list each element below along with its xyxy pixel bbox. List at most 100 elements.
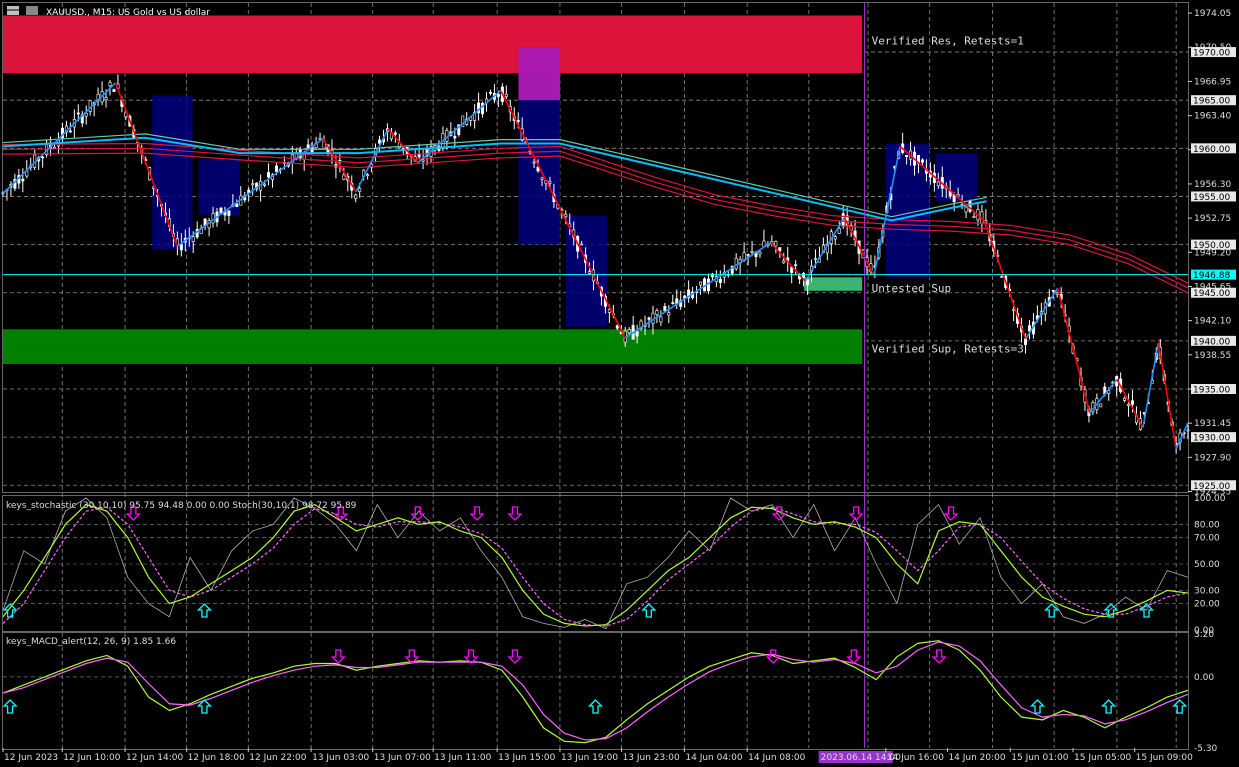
candle-body xyxy=(532,161,536,164)
candle-body xyxy=(76,112,80,115)
price-tick-label: 1931.45 xyxy=(1194,419,1231,429)
candle-body xyxy=(219,207,223,214)
stoch-arrow-down-icon xyxy=(943,506,959,521)
level-tag-label: 1930.00 xyxy=(1193,434,1230,444)
stoch-title: keys_stochastic (30,10,10) 95.75 94.48 0… xyxy=(6,501,357,511)
candle-body xyxy=(53,146,57,149)
zigzag-segment xyxy=(1116,378,1144,428)
zigzag-segment xyxy=(2,82,117,195)
macd-arrow-up-icon xyxy=(2,699,18,714)
candle-body xyxy=(274,165,278,172)
price-tick-label: 1966.95 xyxy=(1194,77,1231,87)
time-tick-label: 12 Jun 18:00 xyxy=(188,753,245,763)
level-tag-label: 1950.00 xyxy=(1193,241,1230,251)
candle-body xyxy=(837,228,841,234)
candle-body xyxy=(540,177,544,180)
candle-body xyxy=(667,312,671,316)
price-tick-label: 1938.55 xyxy=(1194,351,1231,361)
zigzag-segment xyxy=(1175,422,1189,450)
current-price-tag: 1946.88 xyxy=(1193,271,1230,281)
candle-body xyxy=(564,213,568,217)
candle-body xyxy=(227,210,231,216)
candle-body xyxy=(635,331,639,337)
candle-body xyxy=(112,89,116,92)
candle-body xyxy=(393,132,397,135)
time-tick-label: 13 Jun 19:00 xyxy=(561,753,618,763)
candle-body xyxy=(108,82,112,87)
stoch-arrow-down-icon xyxy=(469,506,485,521)
time-tick-label: 13 Jun 15:00 xyxy=(498,753,555,763)
candle-body xyxy=(659,316,663,323)
candle-body xyxy=(417,154,421,158)
macd-arrow-up-icon xyxy=(587,699,604,714)
macd-line-main xyxy=(2,640,1189,744)
candle-body xyxy=(1012,309,1016,311)
candle-body xyxy=(84,113,88,117)
candle-body xyxy=(647,317,651,320)
candle-body xyxy=(548,181,552,184)
level-tag-label: 1955.00 xyxy=(1193,193,1230,203)
macd-arrow-up-icon xyxy=(1101,699,1117,714)
chart-canvas[interactable]: Verified Res, Retests=1 Untested Sup Verif… xyxy=(0,0,1239,767)
stoch-tick-label: 20.00 xyxy=(1194,600,1220,610)
range-box xyxy=(518,47,560,101)
candle-body xyxy=(833,236,837,240)
candle-body xyxy=(972,216,976,218)
candle-body xyxy=(366,174,370,176)
candle-body xyxy=(179,244,183,251)
candle-body xyxy=(263,183,267,186)
candle-body xyxy=(588,271,592,274)
time-tick-label: 15 Jun 09:00 xyxy=(1136,753,1193,763)
candle-body xyxy=(718,278,722,283)
stoch-tick-label: 50.00 xyxy=(1194,560,1220,570)
candle-body xyxy=(358,188,362,192)
time-tick-label: 12 Jun 10:00 xyxy=(63,753,120,763)
stoch-tick-label: 100.00 xyxy=(1194,494,1226,504)
chart-view-icon[interactable] xyxy=(26,6,38,15)
candle-body xyxy=(615,325,619,329)
time-tick-label: 13 Jun 07:00 xyxy=(374,753,431,763)
time-tick-label: 13 Jun 11:00 xyxy=(434,753,491,763)
candle-body xyxy=(663,306,667,312)
level-tag-label: 1940.00 xyxy=(1193,337,1230,347)
sr-zone-label: Untested Sup xyxy=(872,282,951,295)
candle-body xyxy=(251,183,255,186)
macd-arrow-down-icon xyxy=(846,649,862,664)
candle-body xyxy=(782,260,786,263)
range-box xyxy=(885,143,930,279)
indicator-panels: keys_stochastic (30,10,10) 95.75 94.48 0… xyxy=(2,497,1189,744)
candle-body xyxy=(905,155,909,158)
candle-body xyxy=(1099,403,1103,408)
time-tick-label: 14 Jun 04:00 xyxy=(685,753,742,763)
zigzag-segment xyxy=(1056,287,1091,414)
candle-body xyxy=(496,93,500,97)
time-tick-label: 15 Jun 01:00 xyxy=(1011,753,1068,763)
candle-body xyxy=(1024,338,1028,345)
time-tick-label: 12 Jun 22:00 xyxy=(249,753,306,763)
sr-zone xyxy=(3,15,863,74)
candle-body xyxy=(504,93,508,97)
stoch-arrow-up-icon xyxy=(641,603,657,618)
macd-title: keys_MACD_alert(12, 26, 9) 1.85 1.66 xyxy=(6,637,176,647)
candle-body xyxy=(354,194,358,199)
candle-body xyxy=(671,302,675,304)
time-tick-label: 13 Jun 03:00 xyxy=(312,753,369,763)
candle-body xyxy=(580,243,584,246)
stoch-tick-label: 80.00 xyxy=(1194,520,1220,530)
zigzag-segment xyxy=(624,241,772,339)
macd-arrow-up-icon xyxy=(1172,699,1188,714)
symbol-title: XAUUSD., M15: US Gold vs US dollar xyxy=(46,8,210,18)
macd-tick-label: 0.00 xyxy=(1194,673,1214,683)
zigzag-segment xyxy=(804,217,846,282)
candle-body xyxy=(774,241,778,247)
candle-body xyxy=(746,254,750,256)
candle-body xyxy=(41,156,45,159)
candle-body xyxy=(191,236,195,242)
price-tick-label: 1952.75 xyxy=(1194,214,1231,224)
candle-body xyxy=(21,178,25,182)
candle-body xyxy=(699,281,703,286)
stoch-arrow-down-icon xyxy=(848,506,864,521)
candle-body xyxy=(964,206,968,213)
range-box xyxy=(198,159,240,216)
time-tick-label: 15 Jun 05:00 xyxy=(1074,753,1131,763)
